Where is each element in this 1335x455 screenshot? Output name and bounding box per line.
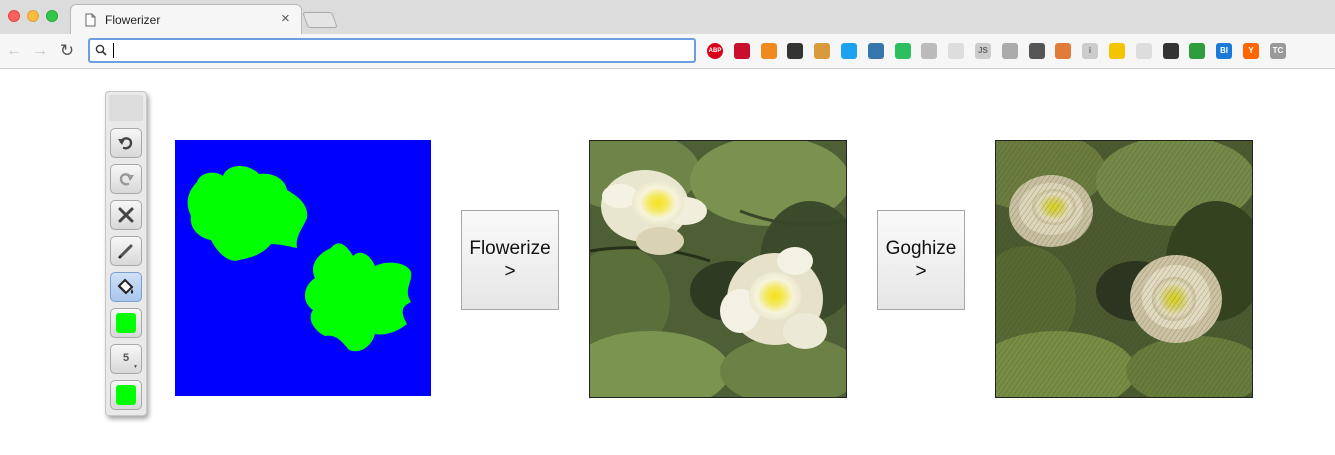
tools-icon[interactable] xyxy=(1055,43,1071,59)
sketch-layer xyxy=(187,165,412,352)
dropdown-arrow-icon: ▼ xyxy=(133,364,138,370)
pencil-tool-button[interactable] xyxy=(110,236,142,266)
chart-extension-icon[interactable] xyxy=(761,43,777,59)
close-icon xyxy=(118,207,134,223)
hacker-news-icon[interactable]: Y xyxy=(1243,43,1259,59)
tc-icon[interactable]: TC xyxy=(1270,43,1286,59)
tab-title: Flowerizer xyxy=(105,13,161,27)
stroke-color-swatch xyxy=(116,313,136,333)
page-icon xyxy=(85,13,96,27)
extension-red-icon[interactable] xyxy=(734,43,750,59)
clear-button[interactable] xyxy=(110,200,142,230)
python-icon[interactable] xyxy=(868,43,884,59)
brush-size-value: 5 xyxy=(122,352,130,364)
tab-close-icon[interactable]: × xyxy=(281,11,290,27)
flower-blob xyxy=(304,243,412,352)
twitter-icon[interactable] xyxy=(841,43,857,59)
reload-button[interactable]: ↻ xyxy=(57,41,77,61)
flowerized-image xyxy=(589,140,847,398)
flowerize-arrow: > xyxy=(504,261,516,282)
toolbar-drag-handle[interactable] xyxy=(109,95,143,121)
pen-icon[interactable] xyxy=(1163,43,1179,59)
adblock-plus-icon[interactable]: ABP xyxy=(707,43,723,59)
new-tab-button[interactable] xyxy=(302,12,338,28)
lightbulb-icon[interactable] xyxy=(1109,43,1125,59)
browser-toolbar: ← → ↻ ABP JS i BI Y TC xyxy=(0,34,1335,69)
forward-button[interactable]: → xyxy=(30,41,50,61)
info-icon[interactable]: i xyxy=(1082,43,1098,59)
drawing-toolbar: 5 ▼ xyxy=(105,91,147,416)
goghize-label: Goghize xyxy=(885,238,957,259)
tab-strip: Flowerizer × xyxy=(0,0,1335,35)
gear-ring-icon[interactable] xyxy=(1002,43,1018,59)
fill-bucket-icon xyxy=(117,278,134,295)
back-button[interactable]: ← xyxy=(4,41,24,61)
drawing-canvas[interactable] xyxy=(175,140,431,396)
evernote-icon[interactable] xyxy=(895,43,911,59)
circle-gray-icon[interactable] xyxy=(1136,43,1152,59)
fill-bucket-button[interactable] xyxy=(110,272,142,302)
undo-button[interactable] xyxy=(110,128,142,158)
cursor-extension-icon[interactable] xyxy=(948,43,964,59)
address-bar[interactable] xyxy=(88,38,696,63)
cookie-icon[interactable] xyxy=(814,43,830,59)
eyedropper-icon[interactable] xyxy=(1029,43,1045,59)
minimize-window-button[interactable] xyxy=(27,10,39,22)
close-window-button[interactable] xyxy=(8,10,20,22)
redo-button[interactable] xyxy=(110,164,142,194)
bi-icon[interactable]: BI xyxy=(1216,43,1232,59)
stroke-color-button[interactable] xyxy=(110,308,142,338)
flower-blob xyxy=(187,165,308,261)
brush-size-button[interactable]: 5 ▼ xyxy=(110,344,142,374)
browser-tab[interactable]: Flowerizer × xyxy=(70,4,302,35)
goghize-button[interactable]: Goghize > xyxy=(877,210,965,310)
goghize-arrow: > xyxy=(915,261,927,282)
tree-icon[interactable] xyxy=(1189,43,1205,59)
pencil-icon xyxy=(118,244,133,259)
redo-icon xyxy=(119,173,134,186)
undo-icon xyxy=(118,137,133,150)
address-input[interactable] xyxy=(112,41,682,60)
flowerize-button[interactable]: Flowerize > xyxy=(461,210,559,310)
goghized-image xyxy=(995,140,1253,398)
fill-color-button[interactable] xyxy=(110,380,142,410)
js-search-icon[interactable]: JS xyxy=(975,43,991,59)
dots-circle-icon[interactable] xyxy=(921,43,937,59)
flowerized-picture xyxy=(590,141,846,397)
text-caret xyxy=(113,43,114,58)
maximize-window-button[interactable] xyxy=(46,10,58,22)
search-icon xyxy=(95,44,107,56)
fill-color-swatch xyxy=(116,385,136,405)
tab-manager-icon[interactable] xyxy=(787,43,803,59)
goghized-picture xyxy=(996,141,1252,397)
flowerize-label: Flowerize xyxy=(469,238,551,259)
